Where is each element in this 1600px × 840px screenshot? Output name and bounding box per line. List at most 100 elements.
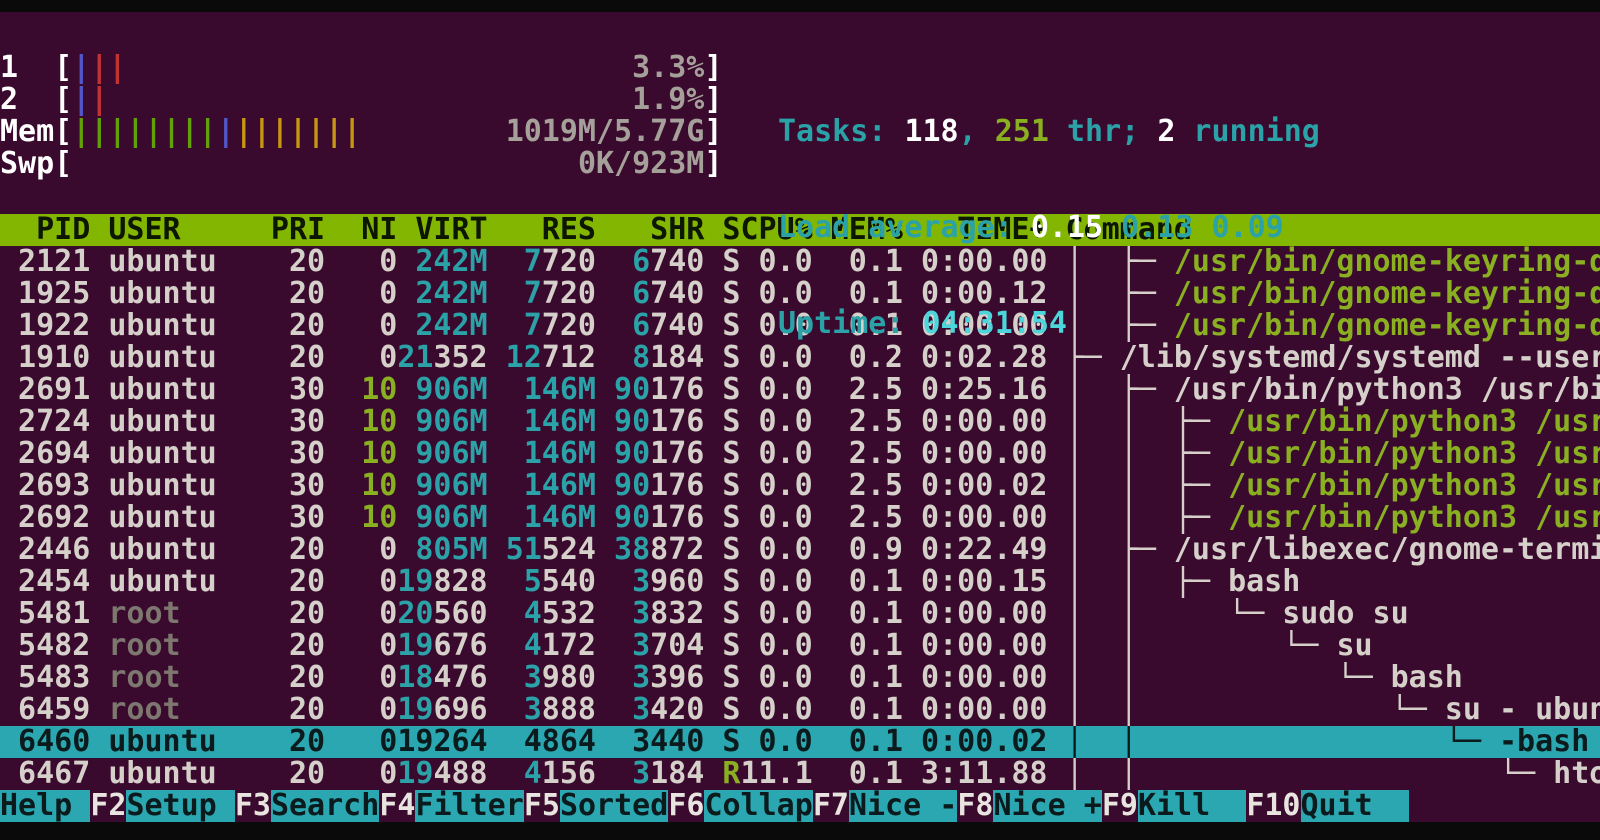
nice-cell: 0 bbox=[325, 246, 397, 278]
virt-cell: 906M bbox=[397, 406, 487, 438]
table-row[interactable]: 5483 root 20 0 18476 3980 3396 S 0.0 0.1… bbox=[0, 662, 1600, 694]
mem-percent-cell: 0.1 bbox=[813, 726, 903, 758]
fn-help-button[interactable]: Help bbox=[0, 790, 90, 822]
column-header-pid[interactable]: PID bbox=[0, 214, 90, 246]
shr-megabytes: 90 bbox=[614, 438, 650, 470]
virt-cell: 20560 bbox=[397, 598, 487, 630]
table-row[interactable]: 2446 ubuntu 20 0 805M 51524 38872 S 0.0 … bbox=[0, 534, 1600, 566]
fn-quit-button[interactable]: Quit bbox=[1301, 790, 1409, 822]
mem-percent-cell: 2.5 bbox=[813, 406, 903, 438]
fn-search-button[interactable]: Search bbox=[271, 790, 379, 822]
res-megabytes: 146M bbox=[524, 502, 596, 534]
cpu1-meter-label: 1 bbox=[0, 52, 54, 84]
cpu-percent-cell: 0.0 bbox=[740, 662, 812, 694]
virt-megabytes: 20 bbox=[397, 598, 433, 630]
state-cell: S bbox=[704, 470, 740, 502]
column-header-state[interactable]: S bbox=[704, 214, 740, 246]
command-text: -bash bbox=[1499, 726, 1589, 758]
user-cell: root bbox=[90, 630, 271, 662]
table-row[interactable]: 6459 root 20 0 19696 3888 3420 S 0.0 0.1… bbox=[0, 694, 1600, 726]
cpu-percent-cell: 0.0 bbox=[740, 598, 812, 630]
fn-key-label: F8 bbox=[957, 790, 993, 822]
shr-kilobytes: 176 bbox=[650, 438, 704, 470]
fn-filter-button[interactable]: Filter bbox=[415, 790, 523, 822]
time-cell: 0:00.00 bbox=[903, 406, 1047, 438]
priority-cell: 20 bbox=[271, 534, 325, 566]
virt-cell: 19676 bbox=[397, 630, 487, 662]
table-row[interactable]: 5482 root 20 0 19676 4172 3704 S 0.0 0.1… bbox=[0, 630, 1600, 662]
fn-key-label: F5 bbox=[524, 790, 560, 822]
state-cell: S bbox=[704, 342, 740, 374]
column-header-ni[interactable]: NI bbox=[325, 214, 397, 246]
meter-open-bracket: [ bbox=[54, 52, 72, 84]
shr-megabytes: 90 bbox=[614, 502, 650, 534]
pid-cell: 2693 bbox=[0, 470, 90, 502]
table-row[interactable]: 2692 ubuntu 30 10 906M 146M 90176 S 0.0 … bbox=[0, 502, 1600, 534]
virt-megabytes: 805M bbox=[415, 534, 487, 566]
mem-percent-cell: 0.9 bbox=[813, 534, 903, 566]
fn-sorted-button[interactable]: Sorted bbox=[560, 790, 668, 822]
column-header-user[interactable]: USER bbox=[90, 214, 271, 246]
fn-setup-button[interactable]: Setup bbox=[126, 790, 234, 822]
res-megabytes: 7 bbox=[524, 310, 542, 342]
priority-cell: 20 bbox=[271, 630, 325, 662]
meter-bar: | bbox=[108, 116, 126, 148]
shr-kilobytes: 176 bbox=[650, 502, 704, 534]
table-row[interactable]: 5481 root 20 0 20560 4532 3832 S 0.0 0.1… bbox=[0, 598, 1600, 630]
state-cell: S bbox=[704, 374, 740, 406]
fn-nice--button[interactable]: Nice + bbox=[993, 790, 1101, 822]
fn-kill-button[interactable]: Kill bbox=[1138, 790, 1246, 822]
priority-cell: 20 bbox=[271, 246, 325, 278]
virt-megabytes: 21 bbox=[397, 342, 433, 374]
table-row[interactable]: 6467 ubuntu 20 0 19488 4156 3184 R 11.1 … bbox=[0, 758, 1600, 790]
tree-lines: │ │ ├─ bbox=[1066, 566, 1229, 598]
tree-lines: │ │ └─ bbox=[1066, 694, 1445, 726]
command-cell: │ │ └─ hto bbox=[1047, 758, 1600, 790]
fn-nice--button[interactable]: Nice - bbox=[849, 790, 957, 822]
memory-meter-bars: |||||||||||||||| bbox=[72, 116, 361, 148]
shr-kilobytes: 184 bbox=[650, 758, 704, 790]
res-megabytes: 7 bbox=[524, 278, 542, 310]
system-info: Tasks: 118, 251 thr; 2 running Load aver… bbox=[778, 52, 1320, 404]
virt-cell: 19488 bbox=[397, 758, 487, 790]
user-cell: root bbox=[90, 598, 271, 630]
mem-percent-cell: 0.1 bbox=[813, 758, 903, 790]
mem-percent-cell: 0.1 bbox=[813, 630, 903, 662]
meter-close-bracket: ] bbox=[704, 52, 722, 84]
table-row[interactable]: 2693 ubuntu 30 10 906M 146M 90176 S 0.0 … bbox=[0, 470, 1600, 502]
cpu-percent-cell: 0.0 bbox=[740, 726, 812, 758]
tasks-count: 118 bbox=[904, 114, 958, 149]
time-cell: 3:11.88 bbox=[903, 758, 1047, 790]
tasks-separator: , bbox=[959, 114, 995, 149]
fn-collap-button[interactable]: Collap bbox=[704, 790, 812, 822]
res-kilobytes: 712 bbox=[542, 342, 596, 374]
shr-kilobytes: 872 bbox=[650, 534, 704, 566]
mem-percent-cell: 2.5 bbox=[813, 502, 903, 534]
shr-megabytes: 3 bbox=[632, 694, 650, 726]
nice-cell: 0 bbox=[325, 726, 397, 758]
table-row[interactable]: 2694 ubuntu 30 10 906M 146M 90176 S 0.0 … bbox=[0, 438, 1600, 470]
table-row[interactable]: 6460 ubuntu 20 0 19264 4864 3440 S 0.0 0… bbox=[0, 726, 1600, 758]
virt-kilobytes: 488 bbox=[433, 758, 487, 790]
priority-cell: 20 bbox=[271, 278, 325, 310]
shr-megabytes: 90 bbox=[614, 470, 650, 502]
memory-meter-label: Mem bbox=[0, 116, 54, 148]
nice-cell: 0 bbox=[325, 758, 397, 790]
nice-cell: 0 bbox=[325, 342, 397, 374]
time-cell: 0:00.02 bbox=[903, 726, 1047, 758]
shr-cell: 3396 bbox=[596, 662, 704, 694]
state-cell: S bbox=[704, 630, 740, 662]
user-cell: ubuntu bbox=[90, 310, 271, 342]
column-header-virt[interactable]: VIRT bbox=[397, 214, 487, 246]
column-header-shr[interactable]: SHR bbox=[596, 214, 704, 246]
res-cell: 5540 bbox=[488, 566, 596, 598]
pid-cell: 2694 bbox=[0, 438, 90, 470]
table-row[interactable]: 2454 ubuntu 20 0 19828 5540 3960 S 0.0 0… bbox=[0, 566, 1600, 598]
table-row[interactable]: 2724 ubuntu 30 10 906M 146M 90176 S 0.0 … bbox=[0, 406, 1600, 438]
column-header-res[interactable]: RES bbox=[488, 214, 596, 246]
meter-bar: | bbox=[72, 52, 90, 84]
res-megabytes: 5 bbox=[524, 566, 542, 598]
meter-close-bracket: ] bbox=[704, 148, 722, 180]
column-header-pri[interactable]: PRI bbox=[271, 214, 325, 246]
shr-kilobytes: 740 bbox=[650, 310, 704, 342]
